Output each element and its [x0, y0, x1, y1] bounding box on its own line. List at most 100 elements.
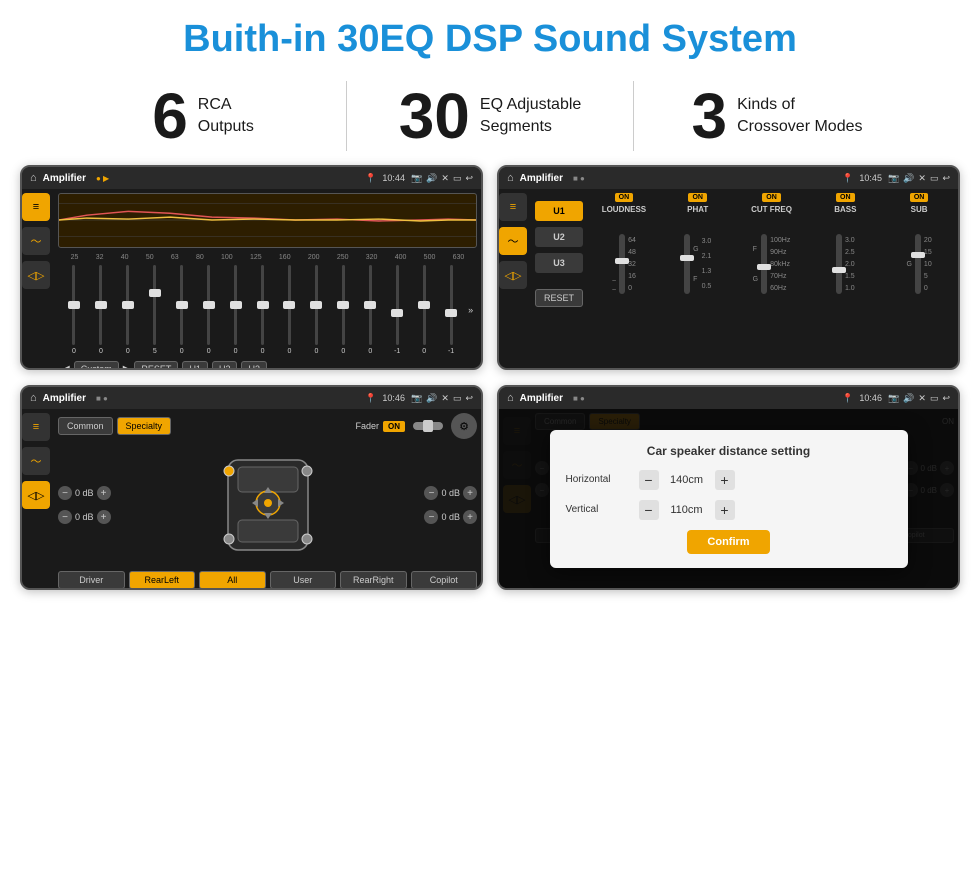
- spk-sidebar-wave[interactable]: 〜: [22, 447, 50, 475]
- confirm-button[interactable]: Confirm: [687, 530, 769, 554]
- vol-minus-rr[interactable]: −: [424, 510, 438, 524]
- eq-slider-4[interactable]: 0: [170, 265, 194, 355]
- spk-sidebar-vol[interactable]: ◁▷: [22, 481, 50, 509]
- more-icon[interactable]: »: [468, 305, 473, 315]
- home-icon-4[interactable]: ⌂: [507, 392, 514, 404]
- eq-slider-10[interactable]: 0: [331, 265, 355, 355]
- phat-slider[interactable]: [684, 234, 690, 294]
- close-icon[interactable]: ✕: [441, 173, 449, 184]
- eq-sidebar-vol[interactable]: ◁▷: [22, 261, 50, 289]
- user-btn[interactable]: User: [270, 571, 337, 589]
- back-icon-3[interactable]: ↩: [465, 393, 473, 404]
- common-tab[interactable]: Common: [58, 417, 113, 435]
- u1-button[interactable]: U1: [182, 361, 208, 370]
- custom-button[interactable]: Custom: [74, 361, 119, 370]
- eq-sidebar-eq[interactable]: ≡: [22, 193, 50, 221]
- eq-controls: ◀ Custom ▶ RESET U1 U2 U3: [58, 361, 477, 370]
- minimize-icon[interactable]: ▭: [453, 173, 462, 184]
- settings-icon[interactable]: ⚙: [451, 413, 477, 439]
- close-icon-2[interactable]: ✕: [918, 173, 926, 184]
- eq-slider-8[interactable]: 0: [278, 265, 302, 355]
- vertical-minus[interactable]: −: [638, 500, 658, 520]
- eq-slider-11[interactable]: 0: [358, 265, 382, 355]
- eq-slider-5[interactable]: 0: [197, 265, 221, 355]
- eq-slider-14[interactable]: -1: [439, 265, 463, 355]
- eq-slider-9[interactable]: 0: [304, 265, 328, 355]
- close-icon-4[interactable]: ✕: [918, 393, 926, 404]
- volume-icon-2: 🔊: [903, 173, 914, 184]
- cutfreq-slider[interactable]: [761, 234, 767, 294]
- minimize-icon-3[interactable]: ▭: [453, 393, 462, 404]
- speaker-top-row: Common Specialty Fader ON ⚙: [58, 413, 477, 439]
- cross-sidebar-eq[interactable]: ≡: [499, 193, 527, 221]
- rearleft-btn[interactable]: RearLeft: [129, 571, 196, 589]
- rearright-btn[interactable]: RearRight: [340, 571, 407, 589]
- crossover-inner: ≡ 〜 ◁▷ U1 U2 U3 RESET ON LOUDNESS: [499, 189, 958, 368]
- back-icon-2[interactable]: ↩: [942, 173, 950, 184]
- home-icon-3[interactable]: ⌂: [30, 392, 37, 404]
- cross-sidebar-cross[interactable]: 〜: [499, 227, 527, 255]
- vol-val-rr: 0 dB: [441, 512, 460, 522]
- vol-plus-rl[interactable]: +: [97, 510, 111, 524]
- eq-slider-3[interactable]: 5: [143, 265, 167, 355]
- u-buttons: U1 U2 U3 RESET: [535, 193, 583, 364]
- minimize-icon-2[interactable]: ▭: [930, 173, 939, 184]
- eq-sidebar: ≡ 〜 ◁▷: [22, 189, 50, 368]
- location-icon-3: 📍: [365, 393, 376, 404]
- u3-cross-button[interactable]: U3: [535, 253, 583, 273]
- u3-button[interactable]: U3: [241, 361, 267, 370]
- eq-slider-12[interactable]: -1: [385, 265, 409, 355]
- horizontal-plus[interactable]: +: [714, 470, 734, 490]
- specialty-tab[interactable]: Specialty: [117, 417, 172, 435]
- speaker-layout: − 0 dB + − 0 dB +: [58, 445, 477, 565]
- minimize-icon-4[interactable]: ▭: [930, 393, 939, 404]
- crossover-reset[interactable]: RESET: [535, 289, 583, 307]
- home-icon-2[interactable]: ⌂: [507, 172, 514, 184]
- vol-plus-fl[interactable]: +: [97, 486, 111, 500]
- vertical-value: 110cm: [666, 504, 706, 516]
- home-icon[interactable]: ⌂: [30, 172, 37, 184]
- horizontal-row: Horizontal − 140cm +: [565, 470, 891, 490]
- bass-section: ON BASS 3.0 2.5 2.0 1.5 1.0: [810, 193, 880, 364]
- u2-cross-button[interactable]: U2: [535, 227, 583, 247]
- crossover-status-bar: ⌂ Amplifier ■ ● 📍 10:45 📷 🔊 ✕ ▭ ↩: [499, 167, 958, 189]
- all-btn[interactable]: All: [199, 571, 266, 589]
- crossover-content: U1 U2 U3 RESET ON LOUDNESS ~ ~: [531, 189, 958, 368]
- vertical-plus[interactable]: +: [714, 500, 734, 520]
- vol-minus-rl[interactable]: −: [58, 510, 72, 524]
- status-icons-2: 📷 🔊 ✕ ▭ ↩: [888, 173, 950, 184]
- close-icon-3[interactable]: ✕: [441, 393, 449, 404]
- eq-slider-6[interactable]: 0: [224, 265, 248, 355]
- prev-button[interactable]: ◀: [62, 364, 70, 371]
- distance-time: 10:46: [859, 393, 882, 403]
- vol-minus-fl[interactable]: −: [58, 486, 72, 500]
- cross-sidebar-vol[interactable]: ◁▷: [499, 261, 527, 289]
- phat-section: ON PHAT G F 3.0 2.1: [663, 193, 733, 364]
- u2-button[interactable]: U2: [212, 361, 238, 370]
- back-icon-4[interactable]: ↩: [942, 393, 950, 404]
- bass-slider[interactable]: [836, 234, 842, 294]
- eq-sidebar-wave[interactable]: 〜: [22, 227, 50, 255]
- eq-slider-1[interactable]: 0: [89, 265, 113, 355]
- vol-minus-fr[interactable]: −: [424, 486, 438, 500]
- reset-button[interactable]: RESET: [134, 361, 178, 370]
- loudness-slider-1[interactable]: [619, 234, 625, 294]
- eq-slider-2[interactable]: 0: [116, 265, 140, 355]
- horizontal-minus[interactable]: −: [638, 470, 658, 490]
- eq-content: 25 32 40 50 63 80 100 125 160 200 250 32…: [54, 189, 481, 346]
- eq-slider-13[interactable]: 0: [412, 265, 436, 355]
- next-button[interactable]: ▶: [123, 364, 131, 371]
- fader-slider[interactable]: [413, 422, 443, 430]
- vol-plus-rr[interactable]: +: [463, 510, 477, 524]
- driver-btn[interactable]: Driver: [58, 571, 125, 589]
- sub-slider[interactable]: [915, 234, 921, 294]
- u1-cross-button[interactable]: U1: [535, 201, 583, 221]
- eq-slider-0[interactable]: 0: [62, 265, 86, 355]
- stat-text-eq: EQ Adjustable Segments: [480, 94, 581, 139]
- copilot-btn[interactable]: Copilot: [411, 571, 478, 589]
- speaker-inner: ≡ 〜 ◁▷ Common Specialty Fader ON ⚙: [22, 409, 481, 588]
- vol-plus-fr[interactable]: +: [463, 486, 477, 500]
- back-icon[interactable]: ↩: [465, 173, 473, 184]
- spk-sidebar-eq[interactable]: ≡: [22, 413, 50, 441]
- eq-slider-7[interactable]: 0: [251, 265, 275, 355]
